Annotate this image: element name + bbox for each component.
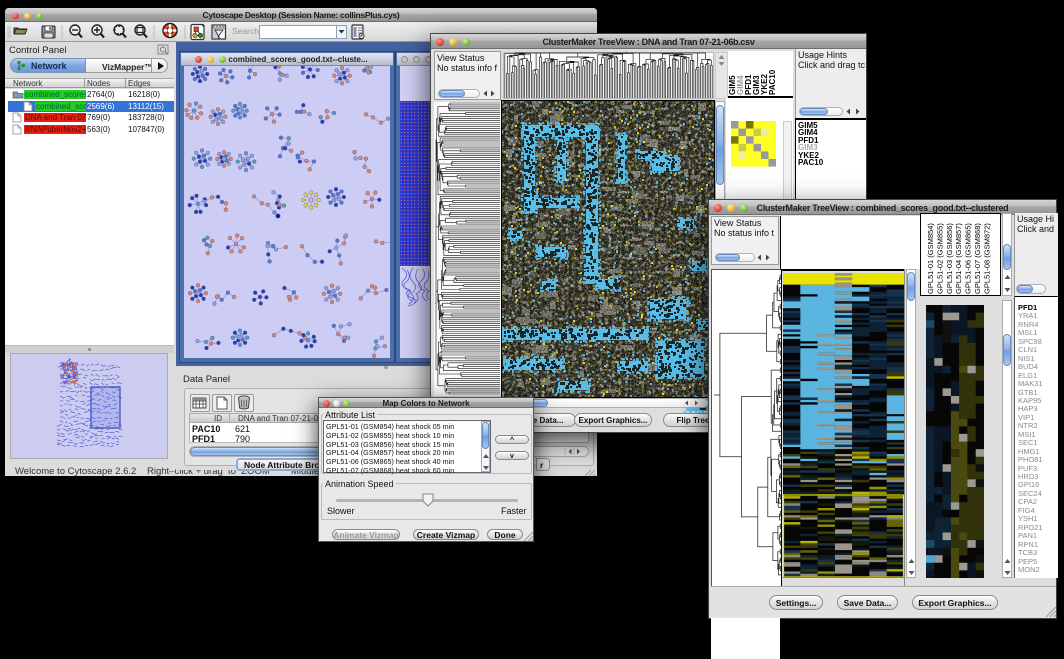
svg-text:Search:: Search: (232, 26, 261, 36)
svg-text:GPL51-04 (GSM857): GPL51-04 (GSM857) (954, 223, 963, 294)
svg-text:GPL51-07 (GSM868): GPL51-07 (GSM868) (973, 223, 982, 294)
svg-text:GPL51-06 (GSM865): GPL51-06 (GSM865) (964, 223, 973, 294)
svg-text:GPL51-03 (GSM856): GPL51-03 (GSM856) (945, 223, 954, 294)
svg-text:GPL51-08 (GSM872): GPL51-08 (GSM872) (982, 223, 991, 294)
svg-text:GPL51-01 (GSM854): GPL51-01 (GSM854) (926, 223, 935, 294)
svg-text:GPL51-02 (GSM855): GPL51-02 (GSM855) (935, 223, 944, 294)
svg-text:PAC10: PAC10 (768, 69, 777, 95)
